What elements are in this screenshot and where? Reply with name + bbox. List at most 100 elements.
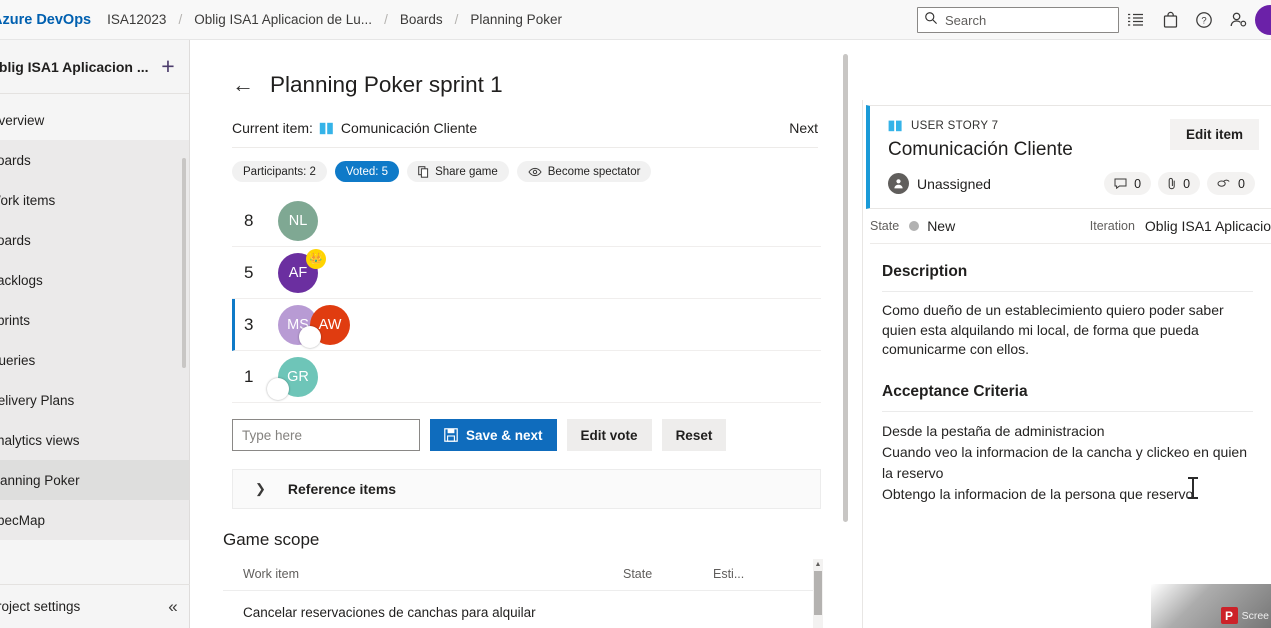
avatar[interactable]: AF 👑: [278, 248, 326, 293]
svg-text:?: ?: [1201, 16, 1206, 27]
comment-count-badge[interactable]: 0: [1104, 172, 1152, 195]
sidebar-item-label: Analytics views: [0, 432, 80, 448]
become-spectator-label: Become spectator: [547, 165, 641, 178]
attachment-count-badge[interactable]: 0: [1158, 172, 1201, 195]
reset-button[interactable]: Reset: [661, 419, 727, 451]
collapse-chevrons-icon[interactable]: «: [156, 590, 190, 624]
share-game-label: Share game: [435, 165, 498, 178]
edit-item-button[interactable]: Edit item: [1169, 119, 1259, 150]
sidebar-item-planning-poker[interactable]: Planning Poker: [0, 460, 189, 500]
breadcrumb-item-organization[interactable]: ISA12023: [101, 12, 172, 27]
avatar[interactable]: GR ✎: [267, 356, 318, 400]
iteration-field: Iteration Oblig ISA1 Aplicacio: [1090, 218, 1271, 234]
scroll-up-arrow-icon[interactable]: ▲: [814, 559, 822, 569]
avatar-initials: GR: [287, 368, 309, 385]
edit-vote-button[interactable]: Edit vote: [566, 419, 652, 451]
sidebar-scrollbar[interactable]: [182, 158, 186, 368]
breadcrumb-separator: /: [454, 12, 459, 27]
back-arrow-icon[interactable]: ←: [232, 74, 254, 96]
sidebar-item-label: Delivery Plans: [0, 392, 75, 408]
participants-chip-label: Participants: 2: [243, 165, 316, 178]
vote-card-row-selected[interactable]: 3 MS AW ✎: [232, 299, 821, 351]
user-avatar[interactable]: [1255, 5, 1271, 35]
vote-card-row[interactable]: 5 AF 👑: [232, 247, 821, 299]
sidebar-item-label: Boards: [0, 152, 31, 168]
acceptance-criteria-heading: Acceptance Criteria: [882, 382, 1028, 400]
save-and-next-label: Save & next: [466, 427, 543, 443]
sidebar-item-label: Queries: [0, 352, 36, 368]
work-item-summary-card: USER STORY 7 Comunicación Cliente Unassi…: [866, 105, 1271, 209]
sidebar-item-label: Overview: [0, 112, 45, 128]
game-scope-title: Game scope: [223, 530, 320, 549]
sidebar-item-label: Backlogs: [0, 272, 43, 288]
work-item-type-label: USER STORY 7: [911, 120, 999, 132]
sidebar-item-analytics-views[interactable]: Analytics views: [0, 420, 189, 460]
link-count-badge[interactable]: 0: [1207, 172, 1255, 195]
sidebar-item-label: Boards: [0, 232, 31, 248]
sidebar-item-delivery-plans[interactable]: Delivery Plans: [0, 380, 189, 420]
eye-icon: [528, 167, 542, 177]
save-and-next-button[interactable]: Save & next: [430, 419, 557, 451]
chevron-right-icon: ❯: [255, 481, 266, 496]
work-item-body: Description Como dueño de un establecimi…: [863, 244, 1271, 505]
vote-card-value: 3: [244, 314, 254, 334]
edit-vote-label: Edit vote: [580, 427, 638, 443]
breadcrumb-item-project[interactable]: Oblig ISA1 Aplicacion de Lu...: [188, 12, 378, 27]
sidebar-item-sprints[interactable]: Sprints: [0, 300, 189, 340]
shopping-bag-icon[interactable]: [1153, 0, 1187, 40]
search-input[interactable]: Search: [917, 7, 1119, 33]
user-settings-icon[interactable]: [1221, 0, 1255, 40]
project-settings-row[interactable]: Project settings «: [0, 584, 190, 628]
search-icon: [924, 11, 938, 30]
current-item-label: Current item:: [232, 120, 313, 136]
sidebar-item-queries[interactable]: Queries: [0, 340, 189, 380]
backlog-list-icon[interactable]: [1119, 0, 1153, 40]
vote-card-row[interactable]: 8 NL: [232, 195, 821, 247]
sidebar-item-boards-group[interactable]: Boards: [0, 140, 189, 180]
vote-input[interactable]: Type here: [232, 419, 420, 451]
breadcrumb-item-boards[interactable]: Boards: [394, 12, 449, 27]
breadcrumb-separator: /: [178, 12, 183, 27]
description-heading: Description: [882, 263, 968, 280]
work-item-detail-panel: USER STORY 7 Comunicación Cliente Unassi…: [862, 100, 1271, 628]
help-question-icon[interactable]: ?: [1187, 0, 1221, 40]
state-dot-icon: [909, 221, 920, 231]
screen-recorder-watermark: P Scree: [1151, 584, 1271, 628]
user-story-book-icon: [888, 120, 903, 132]
azure-devops-logo-text[interactable]: Azure DevOps: [0, 12, 91, 28]
table-scrollbar[interactable]: ▲: [813, 559, 823, 628]
add-new-icon[interactable]: +: [151, 50, 185, 84]
pencil-cursor-icon: ✎: [299, 325, 321, 348]
project-name[interactable]: Oblig ISA1 Aplicacion ...: [0, 59, 151, 75]
avatar[interactable]: AW ✎: [299, 304, 350, 348]
main-scrollbar[interactable]: [843, 54, 848, 522]
breadcrumb-item-planning-poker[interactable]: Planning Poker: [464, 12, 568, 27]
table-scrollbar-thumb[interactable]: [814, 571, 822, 615]
sidebar-item-overview[interactable]: Overview: [0, 100, 189, 140]
pencil-cursor-icon: ✎: [267, 377, 289, 400]
work-item-counters: 0 0 0: [1104, 172, 1255, 195]
reset-label: Reset: [675, 427, 713, 443]
participants-chip[interactable]: Participants: 2: [232, 161, 327, 182]
sidebar-item-work-items[interactable]: Work items: [0, 180, 189, 220]
avatar[interactable]: NL: [278, 200, 318, 241]
vote-card-row[interactable]: 1 GR ✎: [232, 351, 821, 403]
voted-chip[interactable]: Voted: 5: [334, 161, 400, 182]
share-game-button[interactable]: Share game: [407, 161, 509, 182]
game-toolbar: Participants: 2 Voted: 5 Share game Beco…: [232, 161, 862, 182]
become-spectator-button[interactable]: Become spectator: [516, 161, 652, 182]
sidebar-item-boards[interactable]: Boards: [0, 220, 189, 260]
next-button[interactable]: Next: [789, 120, 818, 136]
voter-avatars: GR ✎: [267, 356, 318, 400]
avatar-initials: NL: [288, 212, 308, 229]
work-item-fields-row: State New Iteration Oblig ISA1 Aplicacio: [870, 209, 1271, 244]
current-item-value: Comunicación Cliente: [340, 120, 478, 136]
sidebar-item-backlogs[interactable]: Backlogs: [0, 260, 189, 300]
reference-items-section[interactable]: ❯ Reference items: [232, 469, 821, 509]
page-header: ← Planning Poker sprint 1: [191, 40, 862, 98]
vote-action-row: Type here Save & next Edit vote Reset: [232, 419, 862, 451]
table-row[interactable]: Cancelar reservaciones de canchas para a…: [223, 591, 823, 620]
sidebar-item-specmap[interactable]: SpecMap: [0, 500, 189, 540]
description-text: Como dueño de un establecimiento quiero …: [882, 302, 1224, 357]
main-content: ← Planning Poker sprint 1 Current item: …: [191, 40, 862, 628]
